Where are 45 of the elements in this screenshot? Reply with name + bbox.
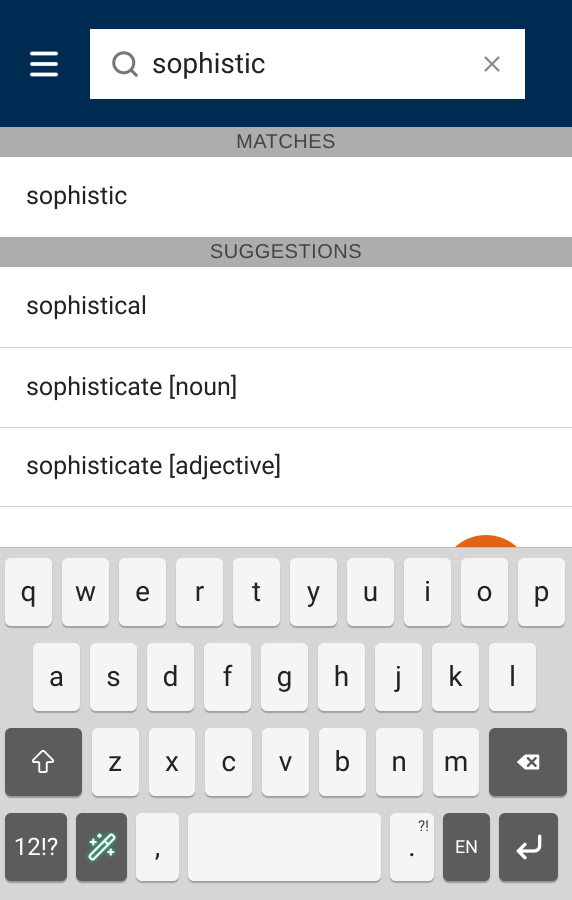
key[interactable]: h bbox=[318, 643, 365, 711]
key[interactable]: k bbox=[432, 643, 479, 711]
key[interactable]: q bbox=[5, 558, 52, 626]
key[interactable]: d bbox=[147, 643, 194, 711]
key[interactable]: t bbox=[233, 558, 280, 626]
key[interactable]: i bbox=[404, 558, 451, 626]
key[interactable]: v bbox=[262, 728, 309, 796]
key[interactable]: y bbox=[290, 558, 337, 626]
backspace-key[interactable] bbox=[489, 728, 568, 796]
key[interactable]: j bbox=[375, 643, 422, 711]
key[interactable]: r bbox=[176, 558, 223, 626]
search-field[interactable]: sophistic bbox=[152, 42, 452, 84]
punctuation-key[interactable]: , bbox=[136, 813, 179, 881]
punctuation-key[interactable]: . ?! bbox=[390, 813, 434, 881]
magic-key[interactable] bbox=[76, 813, 127, 881]
key[interactable]: z bbox=[92, 728, 138, 796]
word-row[interactable]: sophistical bbox=[0, 267, 572, 347]
word-row[interactable]: sophisticate [noun] bbox=[0, 347, 572, 427]
key[interactable]: w bbox=[62, 558, 109, 626]
section-title: MATCHES bbox=[236, 130, 336, 155]
key[interactable]: p bbox=[518, 558, 565, 626]
key-hint: ?! bbox=[418, 816, 429, 837]
key[interactable]: c bbox=[205, 728, 252, 796]
search-bar[interactable]: sophistic bbox=[90, 28, 525, 98]
key[interactable]: s bbox=[90, 643, 137, 711]
key[interactable]: a bbox=[33, 643, 80, 711]
symbols-key[interactable]: 12!? bbox=[5, 813, 67, 881]
key[interactable]: o bbox=[461, 558, 508, 626]
key[interactable]: e bbox=[119, 558, 166, 626]
key[interactable]: m bbox=[432, 728, 480, 796]
shift-key[interactable] bbox=[5, 728, 82, 796]
key[interactable]: f bbox=[204, 643, 251, 711]
wand-icon bbox=[86, 832, 116, 862]
search-icon bbox=[110, 48, 140, 78]
word-row[interactable]: sophistic bbox=[0, 157, 572, 237]
enter-key[interactable] bbox=[499, 813, 558, 881]
key[interactable]: x bbox=[148, 728, 196, 796]
key[interactable]: g bbox=[261, 643, 308, 711]
key[interactable]: n bbox=[376, 728, 423, 796]
section-title: SUGGESTIONS bbox=[210, 240, 362, 265]
key[interactable]: b bbox=[318, 728, 366, 796]
word-row[interactable]: sophisticate [adjective] bbox=[0, 427, 572, 507]
language-key[interactable]: EN bbox=[443, 813, 490, 881]
key[interactable]: l bbox=[489, 643, 536, 711]
key[interactable]: u bbox=[347, 558, 394, 626]
